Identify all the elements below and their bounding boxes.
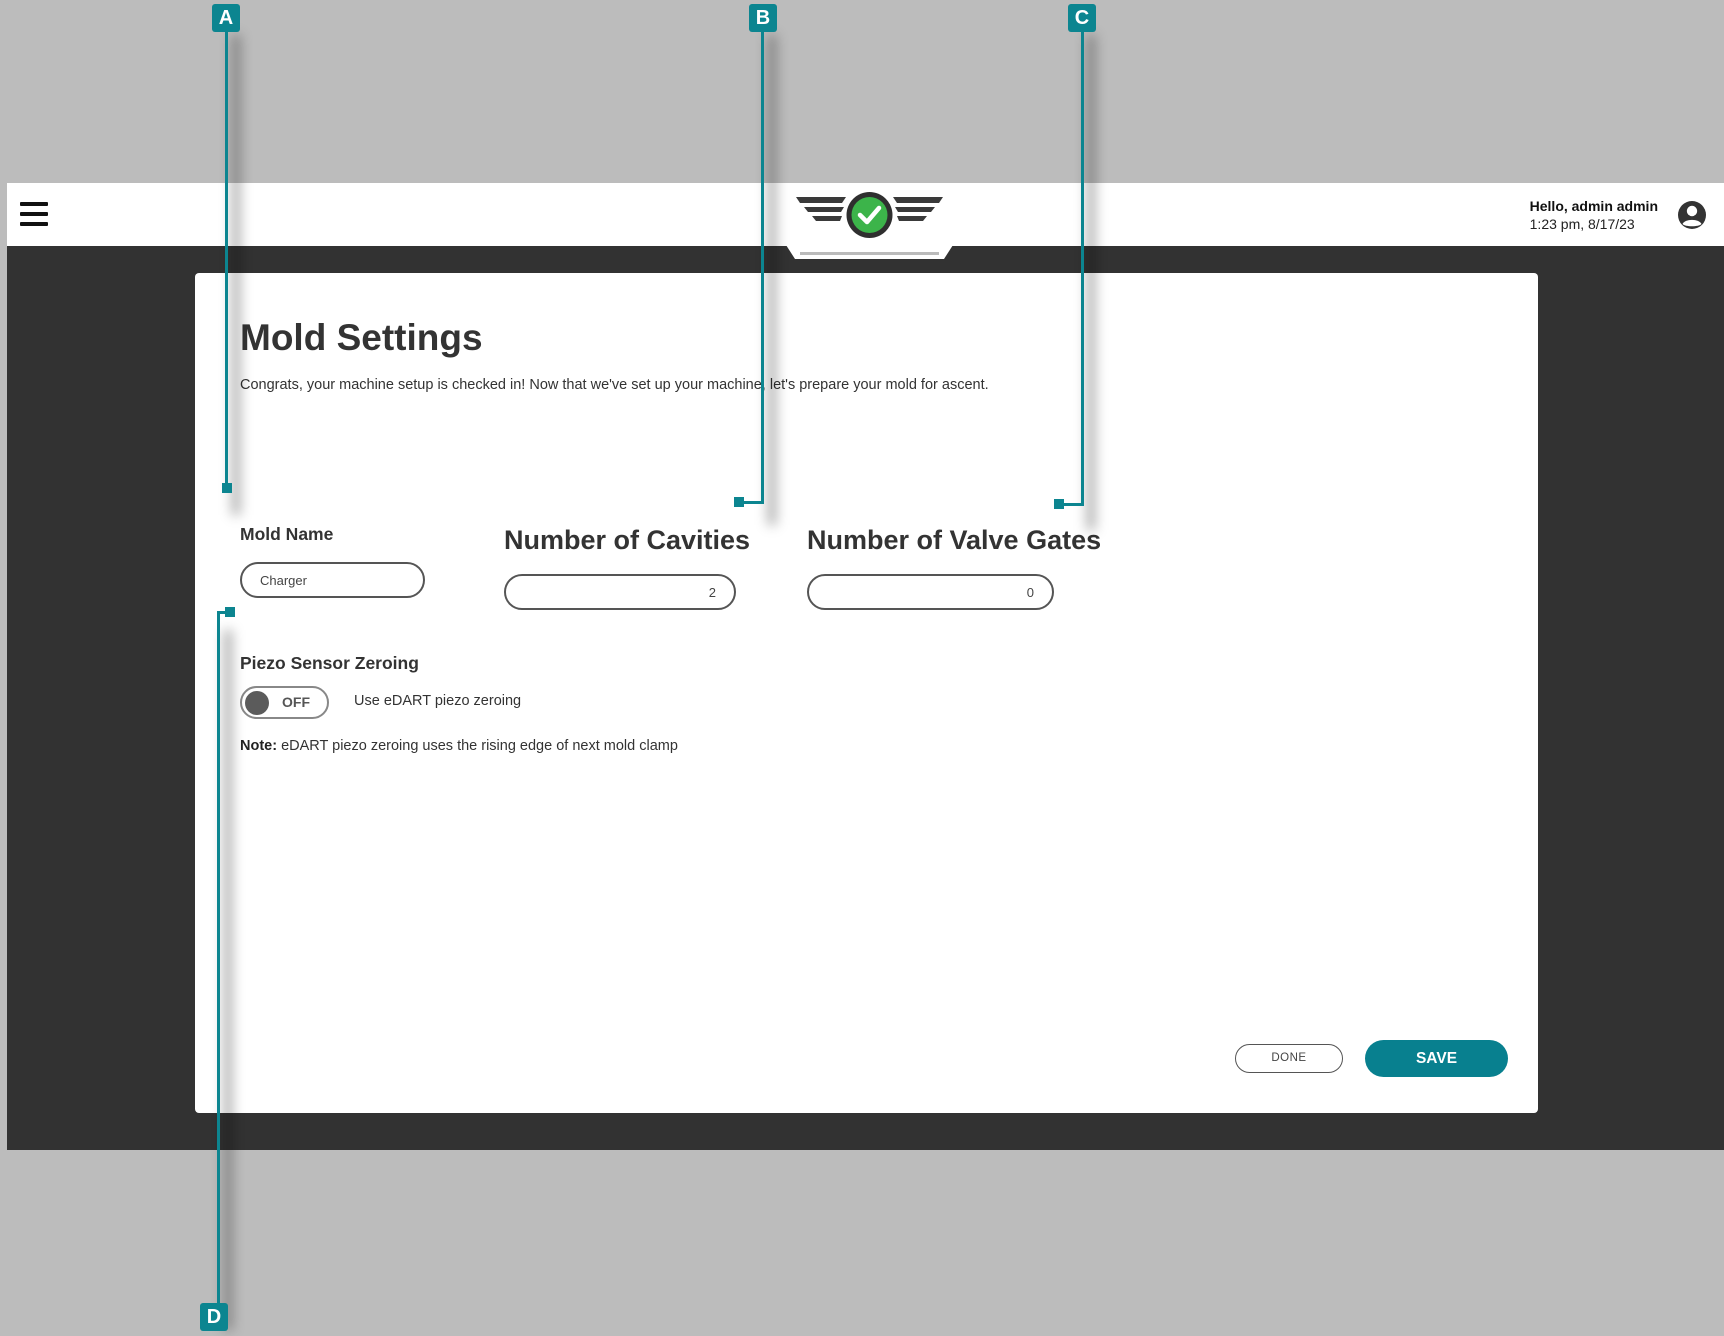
mold-name-input[interactable] (240, 562, 425, 598)
note-text: eDART piezo zeroing uses the rising edge… (277, 738, 678, 754)
callout-c-shadow (1087, 35, 1095, 530)
mold-name-label: Mold Name (240, 524, 334, 544)
callout-c-badge: C (1068, 4, 1096, 32)
timestamp: 1:23 pm, 8/17/23 (1529, 216, 1635, 232)
callout-b-badge: B (749, 4, 777, 32)
greeting-text: Hello, admin admin (1529, 198, 1658, 214)
callout-c-line (1081, 26, 1084, 506)
callout-a-line (225, 26, 228, 488)
piezo-zeroing-label: Piezo Sensor Zeroing (240, 653, 419, 673)
note-prefix: Note: (240, 738, 278, 754)
callout-d-shadow (224, 630, 232, 1330)
callout-a-marker (222, 483, 232, 493)
piezo-toggle-description: Use eDART piezo zeroing (354, 693, 522, 709)
piezo-zeroing-toggle[interactable]: OFF (240, 686, 329, 719)
user-greeting: Hello, admin admin 1:23 pm, 8/17/23 (1530, 197, 1658, 233)
cavities-label: Number of Cavities (504, 525, 751, 555)
check-wings-logo (786, 183, 953, 259)
user-circle-icon[interactable] (1677, 200, 1707, 230)
page-subtitle: Congrats, your machine setup is checked … (240, 377, 989, 393)
callout-a-shadow (232, 35, 240, 515)
callout-b-line (761, 26, 764, 504)
cavities-input[interactable] (504, 574, 736, 610)
done-button[interactable]: DONE (1235, 1044, 1343, 1073)
callout-a-badge: A (212, 4, 240, 32)
top-header: Hello, admin admin 1:23 pm, 8/17/23 (7, 183, 1724, 259)
toggle-knob (245, 691, 269, 715)
callout-b-shadow (768, 35, 776, 525)
page-title: Mold Settings (240, 317, 483, 358)
app-window: Hello, admin admin 1:23 pm, 8/17/23 Mold… (7, 183, 1724, 1150)
mold-settings-card: Mold Settings Congrats, your machine set… (195, 273, 1538, 1113)
callout-d-badge: D (200, 1303, 228, 1331)
piezo-note: Note: eDART piezo zeroing uses the risin… (240, 738, 678, 754)
callout-d-line (217, 611, 220, 1314)
valve-gates-label: Number of Valve Gates (807, 525, 1102, 555)
callout-d-marker (225, 607, 235, 617)
save-button[interactable]: SAVE (1365, 1040, 1508, 1077)
callout-b-marker (734, 497, 744, 507)
callout-c-marker (1054, 499, 1064, 509)
hamburger-menu-icon[interactable] (20, 202, 48, 226)
valve-gates-input[interactable] (807, 574, 1054, 610)
toggle-state-text: OFF (282, 694, 310, 710)
